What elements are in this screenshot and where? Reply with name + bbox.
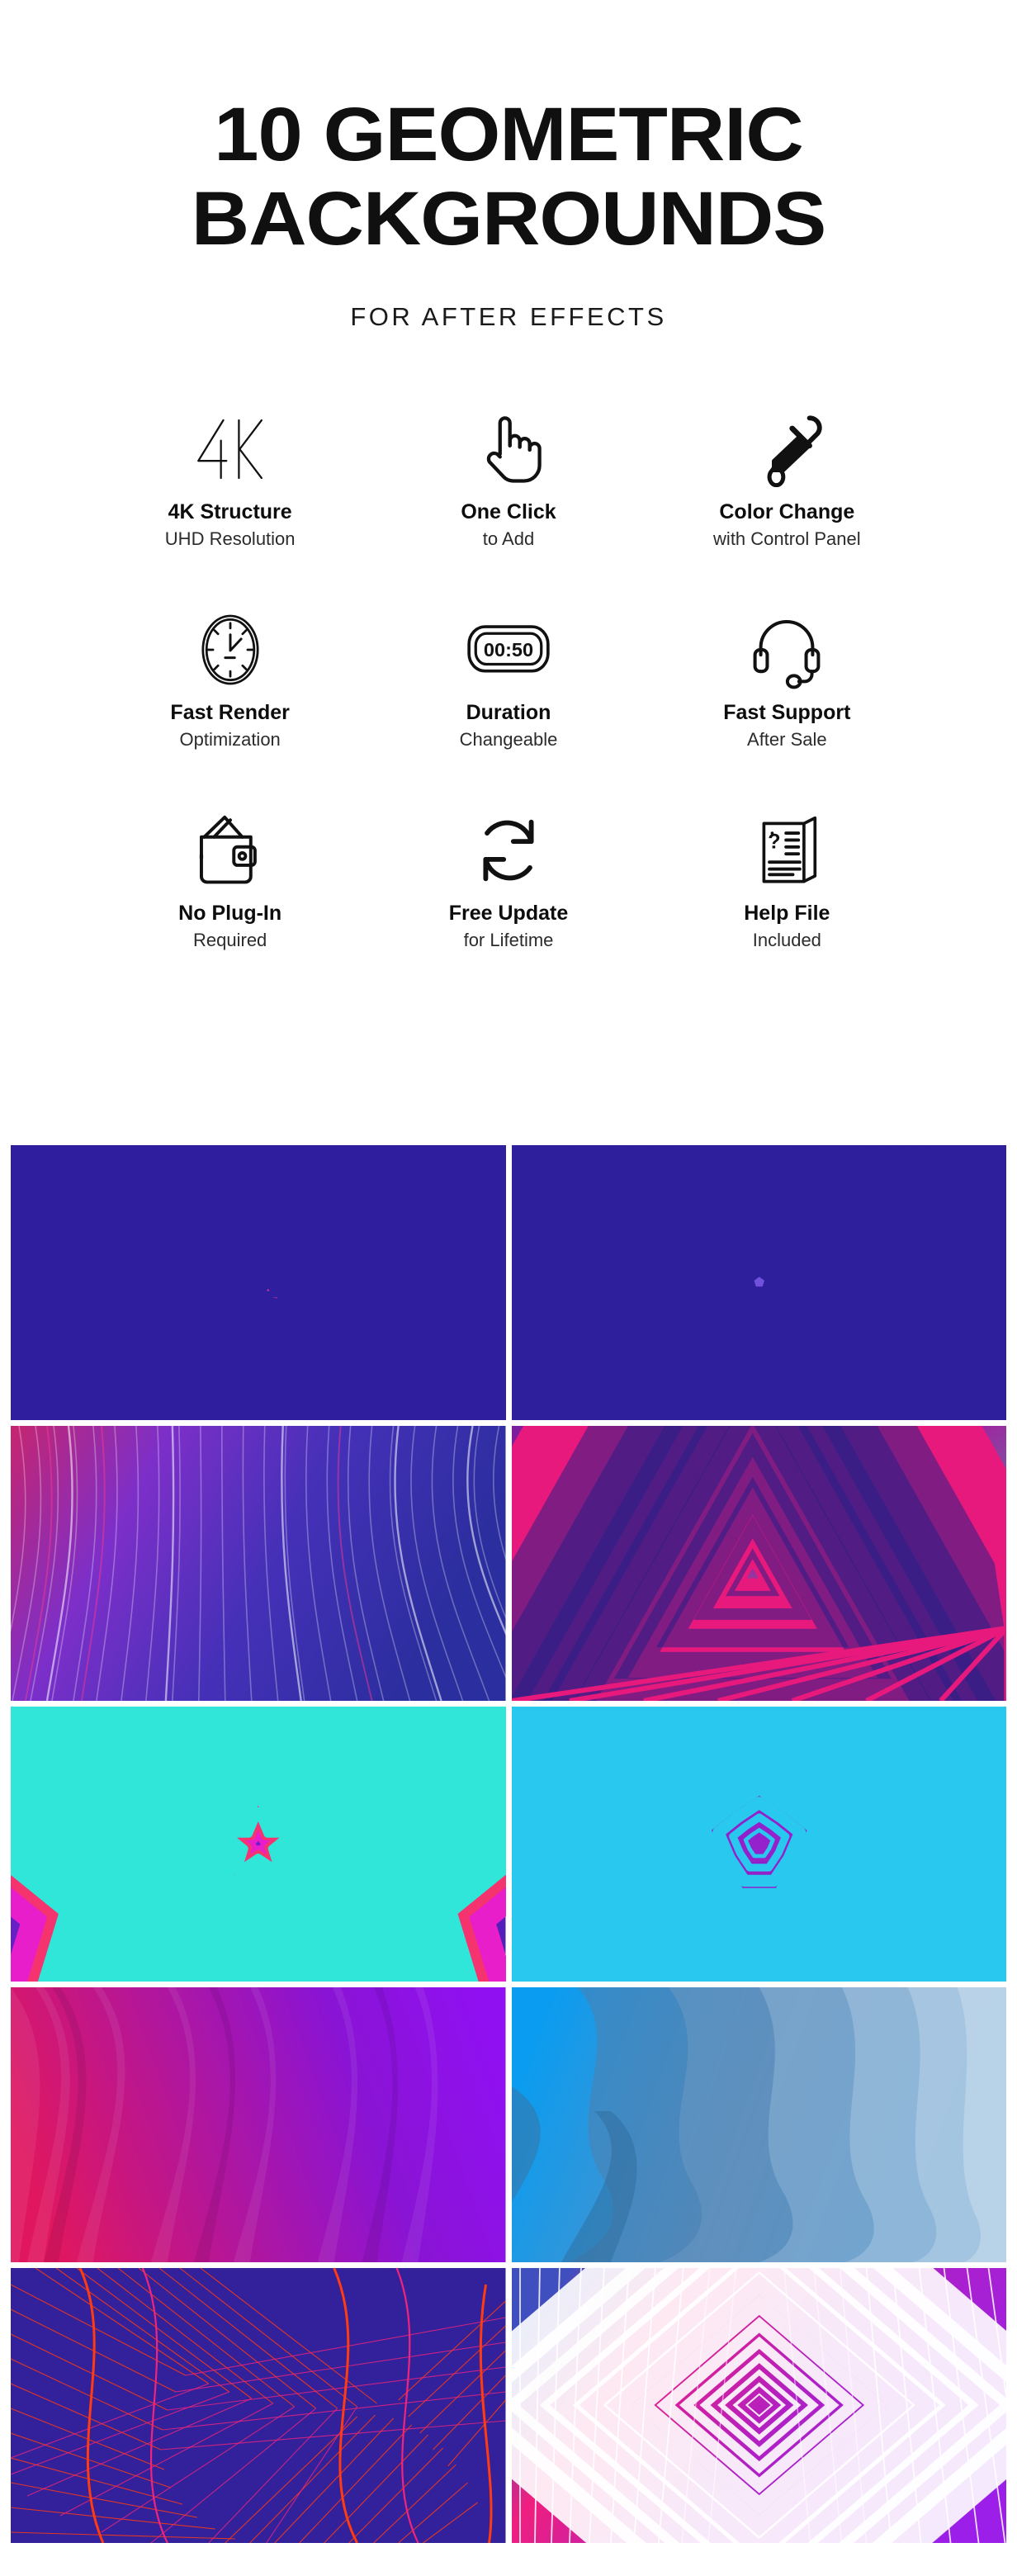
thumbnail-triangle-rays-teal-pink[interactable]	[511, 1426, 1006, 1701]
preview-gallery	[11, 1145, 1006, 2543]
page-header: 10 GEOMETRIC BACKGROUNDS FOR AFTER EFFEC…	[0, 0, 1017, 332]
refresh-icon	[471, 804, 546, 897]
thumbnail-soft-gradient-crimson-violet[interactable]	[11, 1987, 506, 2262]
feature-title: Color Change	[719, 500, 855, 524]
thumbnail-soft-gradient-blue-waves[interactable]	[511, 1987, 1006, 2262]
feature-item-fast-render: Fast Render Optimization	[91, 604, 369, 781]
feature-title: Help File	[744, 902, 830, 926]
feature-title: Duration	[466, 701, 551, 725]
feature-subtitle: Optimization	[179, 729, 281, 751]
feature-title: No Plug-In	[178, 902, 282, 926]
eyedropper-icon	[749, 403, 825, 495]
feature-title: Fast Render	[170, 701, 290, 725]
help-question-mark: ?	[769, 831, 781, 854]
clock-icon	[191, 604, 270, 696]
thumbnail-swirl-triangle-orange-magenta[interactable]	[11, 1145, 506, 1420]
thumbnail-concentric-star-magenta-cyan[interactable]	[11, 1707, 506, 1982]
page-title-line-1: 10 GEOMETRIC	[214, 92, 803, 177]
page-subtitle: FOR AFTER EFFECTS	[350, 302, 667, 332]
timer-value-text: 00:50	[484, 639, 533, 661]
feature-title: One Click	[461, 500, 556, 524]
feature-subtitle: with Control Panel	[713, 528, 861, 550]
feature-title: Free Update	[448, 902, 569, 926]
timer-icon: 00:50	[465, 604, 552, 696]
feature-list: 4K Structure UHD Resolution One Click to…	[0, 403, 1017, 982]
feature-item-free-update: Free Update for Lifetime	[369, 804, 647, 982]
headset-icon	[747, 604, 826, 696]
feature-subtitle: Required	[193, 930, 267, 951]
feature-item-no-plugin: No Plug-In Required	[91, 804, 369, 982]
feature-subtitle: for Lifetime	[463, 930, 554, 951]
feature-subtitle: After Sale	[747, 729, 827, 751]
feature-item-color-change: Color Change with Control Panel	[648, 403, 926, 580]
4k-icon	[187, 403, 273, 495]
pointing-hand-icon	[470, 403, 547, 495]
thumbnail-string-art-spiral-red[interactable]	[11, 2268, 506, 2543]
wallet-icon	[192, 804, 269, 897]
help-file-icon: ?	[749, 804, 825, 897]
page-title-line-2: BACKGROUNDS	[191, 177, 827, 262]
thumbnail-vertical-flow-purple[interactable]	[11, 1426, 506, 1701]
feature-subtitle: Changeable	[459, 729, 558, 751]
thumbnail-diamond-lines-pink-violet[interactable]	[511, 2268, 1006, 2543]
thumbnail-wavy-star-contours-cyan[interactable]	[511, 1707, 1006, 1982]
feature-item-one-click: One Click to Add	[369, 403, 647, 580]
feature-item-4k-structure: 4K Structure UHD Resolution	[91, 403, 369, 580]
feature-title: 4K Structure	[168, 500, 292, 524]
feature-subtitle: UHD Resolution	[164, 528, 296, 550]
feature-item-duration: 00:50 Duration Changeable	[369, 604, 647, 781]
feature-subtitle: Included	[752, 930, 821, 951]
feature-item-fast-support: Fast Support After Sale	[648, 604, 926, 781]
feature-title: Fast Support	[723, 701, 851, 725]
thumbnail-pentagon-swirl-cyan-magenta[interactable]	[511, 1145, 1006, 1420]
feature-item-help-file: ? Help File Included	[648, 804, 926, 982]
feature-subtitle: to Add	[482, 528, 535, 550]
